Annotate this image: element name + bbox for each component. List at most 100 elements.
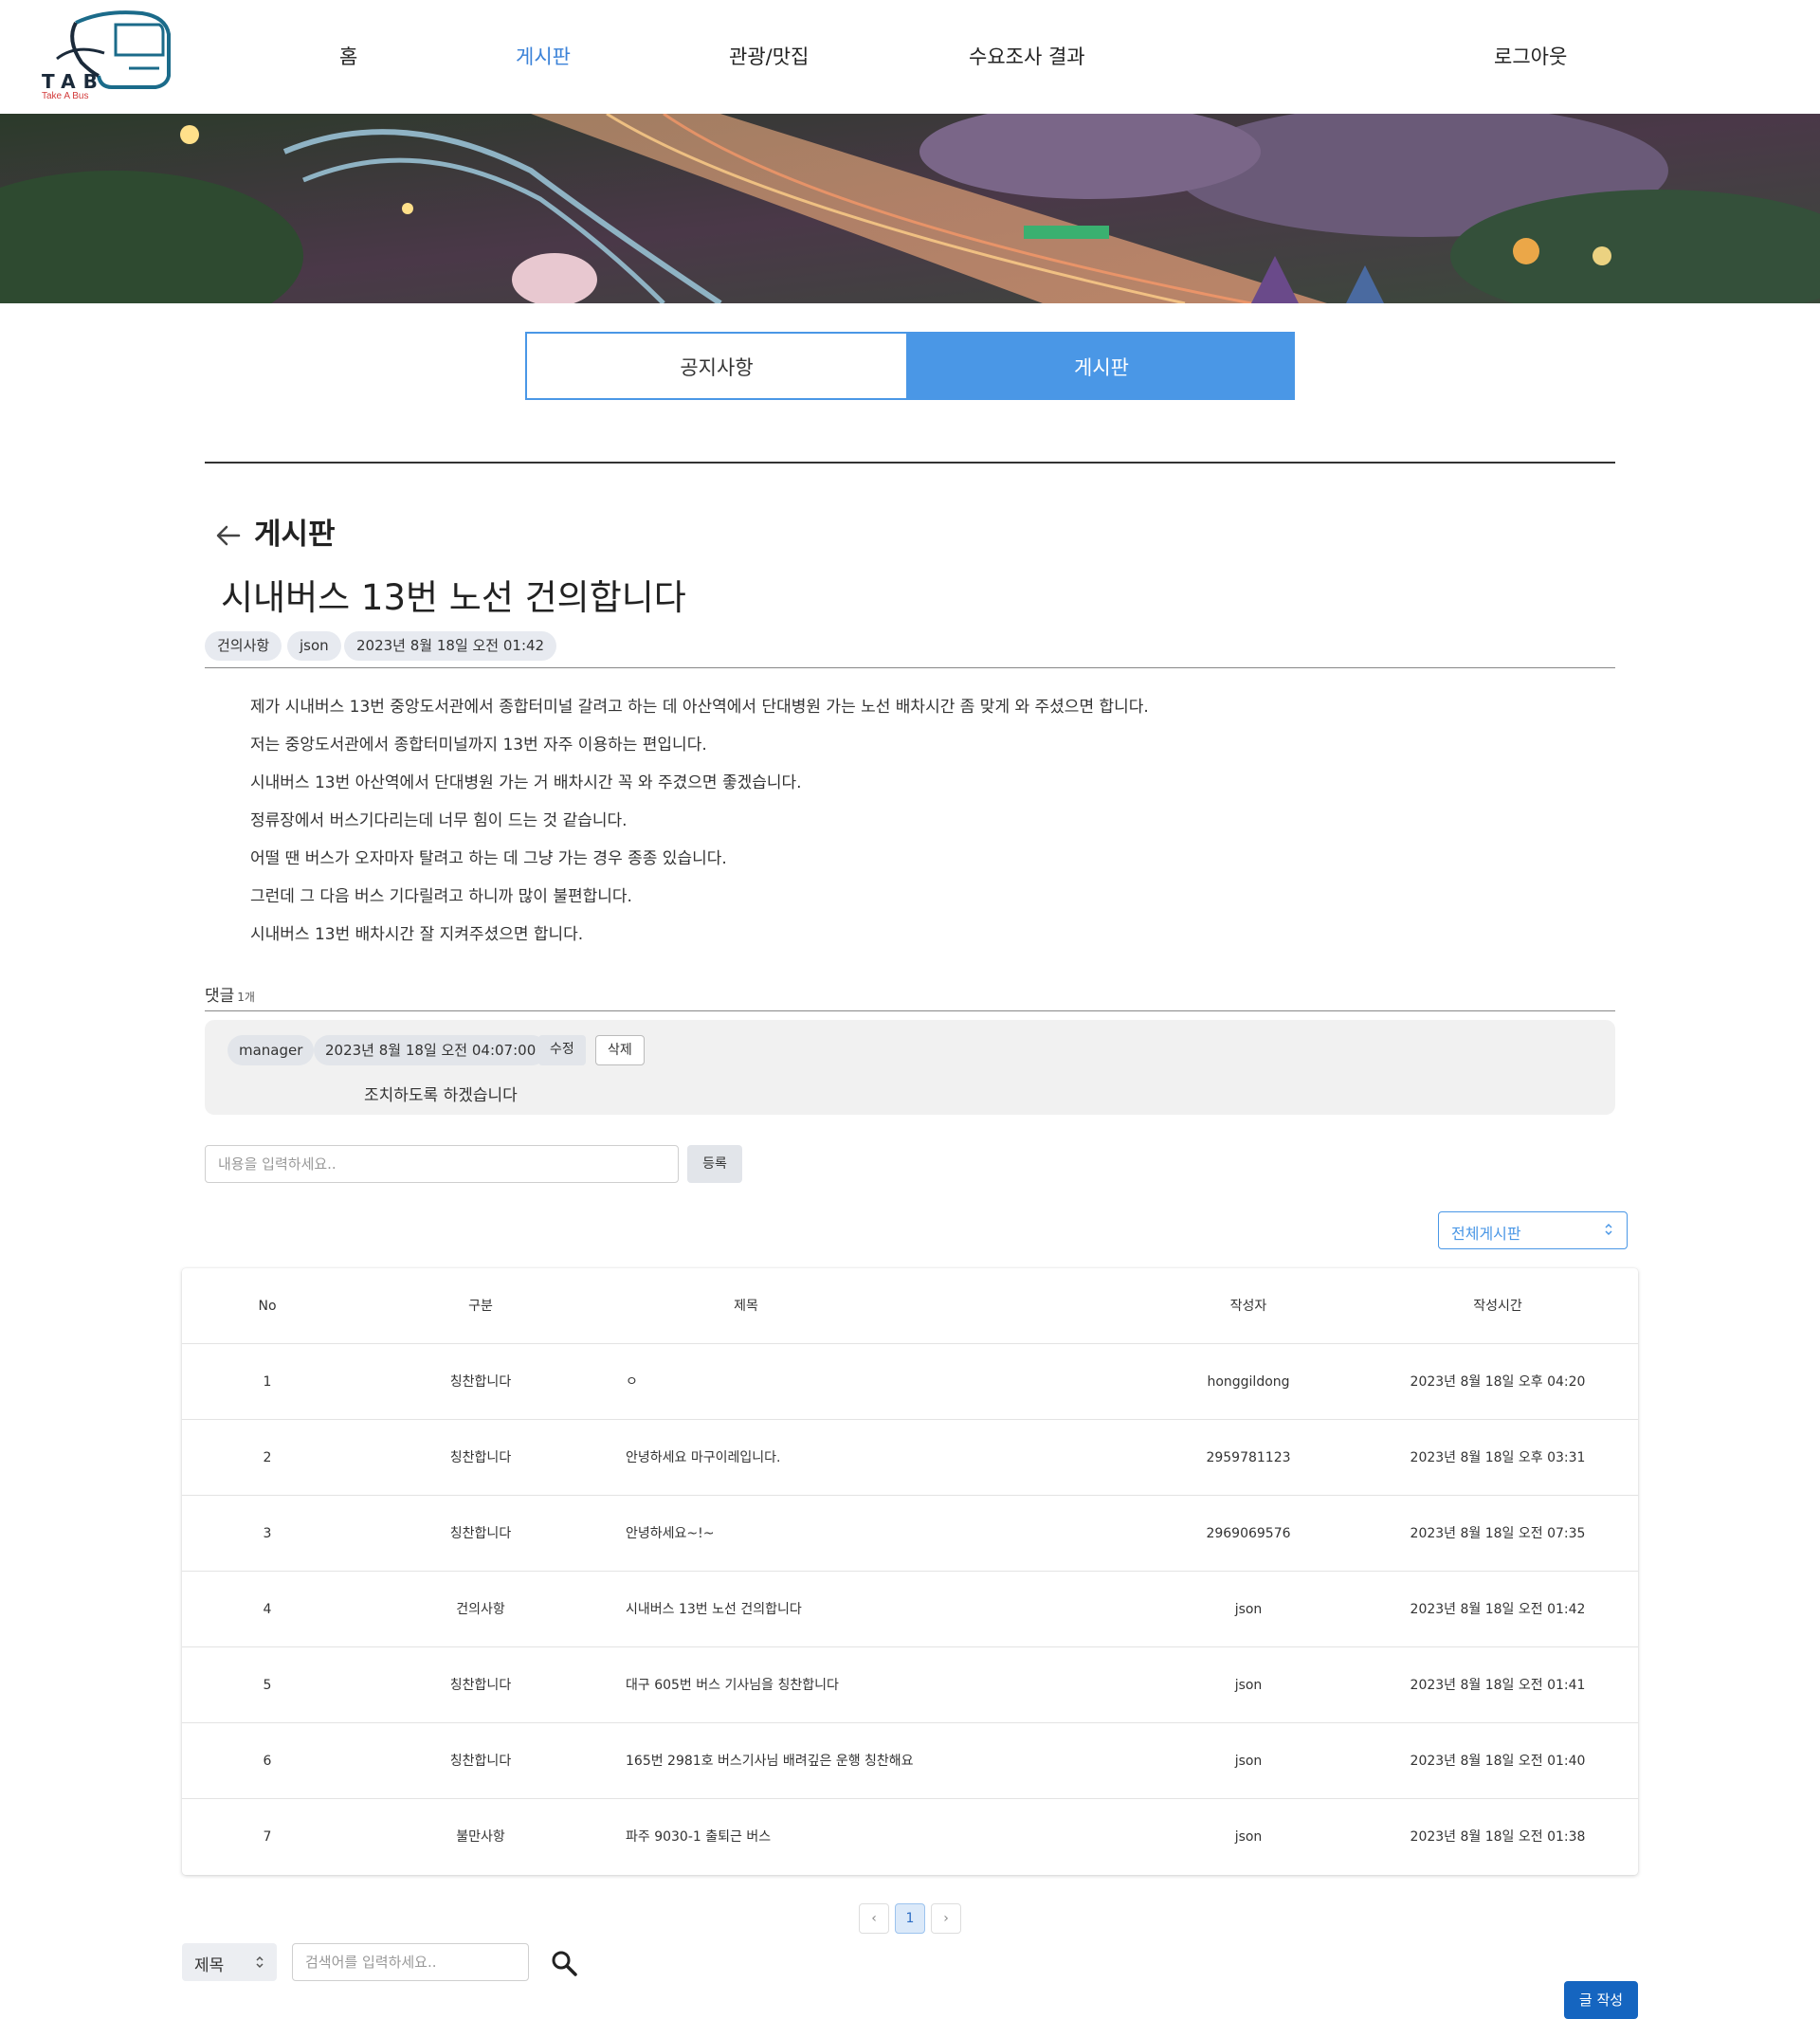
hero-banner <box>0 114 1820 303</box>
search-input[interactable] <box>292 1943 529 1981</box>
comment-delete-button[interactable]: 삭제 <box>595 1035 645 1065</box>
row-time: 2023년 8월 18일 오전 01:42 <box>1410 1602 1586 1617</box>
column-header-time: 작성시간 <box>1473 1299 1522 1314</box>
table-row[interactable]: 3 칭찬합니다 안녕하세요~!~ 2969069576 2023년 8월 18일… <box>182 1496 1638 1572</box>
table-row[interactable]: 1 칭찬합니다 ㅇ honggildong 2023년 8월 18일 오후 04… <box>182 1344 1638 1420</box>
board-filter-value: 전체게시판 <box>1451 1225 1521 1243</box>
post-date-chip: 2023년 8월 18일 오전 01:42 <box>344 631 557 661</box>
row-category: 칭찬합니다 <box>449 1450 512 1465</box>
comment-date-chip: 2023년 8월 18일 오전 04:07:00 <box>314 1035 548 1065</box>
post-title: 시내버스 13번 노선 건의합니다 <box>221 577 686 618</box>
row-no: 5 <box>263 1678 272 1693</box>
row-category: 칭찬합니다 <box>449 1526 512 1541</box>
up-down-chevron-icon <box>256 1955 264 1969</box>
site-header: TAB Take A Bus 홈 게시판 관광/맛집 수요조사 결과 로그아웃 <box>0 0 1820 114</box>
comments-label: 댓글 1개 <box>205 982 255 1006</box>
comments-divider <box>205 1010 1615 1011</box>
tab-board[interactable]: 게시판 <box>908 332 1295 400</box>
row-time: 2023년 8월 18일 오후 04:20 <box>1410 1374 1586 1390</box>
board-heading: 게시판 <box>254 518 336 552</box>
post-body-line: 시내버스 13번 아산역에서 단대병원 가는 거 배차시간 꼭 와 주겼으면 좋… <box>250 773 802 792</box>
row-time: 2023년 8월 18일 오전 01:38 <box>1410 1829 1586 1845</box>
logo-text: TAB <box>42 70 105 93</box>
row-author: json <box>1234 1602 1263 1617</box>
comment-input[interactable] <box>205 1145 679 1183</box>
row-title[interactable]: 안녕하세요~!~ <box>626 1496 1156 1572</box>
table-row[interactable]: 7 불만사항 파주 9030-1 출퇴근 버스 json 2023년 8월 18… <box>182 1799 1638 1875</box>
post-body-line: 어떨 땐 버스가 오자마자 탈려고 하는 데 그냥 가는 경우 종종 있습니다. <box>250 849 727 868</box>
column-header-no: No <box>258 1299 277 1314</box>
nav-tour-food[interactable]: 관광/맛집 <box>729 42 809 70</box>
row-title[interactable]: 시내버스 13번 노선 건의합니다 <box>626 1572 1156 1647</box>
row-time: 2023년 8월 18일 오후 03:31 <box>1410 1450 1586 1465</box>
nav-logout[interactable]: 로그아웃 <box>1494 42 1567 70</box>
table-row[interactable]: 5 칭찬합니다 대구 605번 버스 기사님을 칭찬합니다 json 2023년… <box>182 1647 1638 1723</box>
comments-count: 1개 <box>237 991 255 1004</box>
post-author-chip: json <box>287 631 341 661</box>
row-time: 2023년 8월 18일 오전 01:41 <box>1410 1678 1586 1693</box>
banner-image <box>0 114 1820 303</box>
search-icon[interactable] <box>550 1949 578 1977</box>
pagination-prev-button[interactable]: ‹ <box>859 1903 889 1934</box>
row-category: 불만사항 <box>456 1829 505 1845</box>
column-header-category: 구분 <box>468 1299 493 1314</box>
row-category: 칭찬합니다 <box>449 1374 512 1390</box>
row-title[interactable]: 안녕하세요 마구이레입니다. <box>626 1420 1156 1496</box>
row-author: json <box>1234 1754 1263 1769</box>
section-divider <box>205 462 1615 464</box>
back-arrow-icon[interactable] <box>214 521 243 550</box>
pagination-page-button[interactable]: 1 <box>895 1903 925 1934</box>
pagination-next-button[interactable]: › <box>931 1903 961 1934</box>
row-category: 칭찬합니다 <box>449 1754 512 1769</box>
row-time: 2023년 8월 18일 오전 01:40 <box>1410 1754 1586 1769</box>
row-category: 건의사항 <box>456 1602 505 1617</box>
up-down-chevron-icon <box>1605 1223 1612 1236</box>
row-no: 1 <box>263 1374 272 1390</box>
nav-board[interactable]: 게시판 <box>516 42 571 70</box>
row-author: json <box>1234 1829 1263 1845</box>
row-author: json <box>1234 1678 1263 1693</box>
row-title[interactable]: ㅇ <box>626 1344 1156 1420</box>
board-filter-select[interactable]: 전체게시판 <box>1438 1211 1628 1249</box>
row-no: 4 <box>263 1602 272 1617</box>
nav-home[interactable]: 홈 <box>339 42 357 70</box>
row-no: 2 <box>263 1450 272 1465</box>
post-table: No 구분 제목 작성자 작성시간 1 칭찬합니다 ㅇ honggildong … <box>182 1268 1638 1875</box>
tab-notice[interactable]: 공지사항 <box>525 332 908 400</box>
row-title[interactable]: 대구 605번 버스 기사님을 칭찬합니다 <box>626 1647 1156 1723</box>
comment-author-chip: manager <box>228 1035 315 1065</box>
row-no: 6 <box>263 1754 272 1769</box>
write-post-button[interactable]: 글 작성 <box>1564 1981 1638 2019</box>
row-time: 2023년 8월 18일 오전 07:35 <box>1410 1526 1586 1541</box>
row-title[interactable]: 165번 2981호 버스기사님 배려깊은 운행 칭찬해요 <box>626 1723 1156 1799</box>
row-author: 2969069576 <box>1206 1526 1291 1541</box>
row-category: 칭찬합니다 <box>449 1678 512 1693</box>
search-field-select[interactable]: 제목 <box>182 1943 277 1981</box>
search-field-value: 제목 <box>194 1956 225 1975</box>
row-no: 3 <box>263 1526 272 1541</box>
comments-label-text: 댓글 <box>205 987 235 1006</box>
comment-text: 조치하도록 하겠습니다 <box>364 1086 518 1105</box>
column-header-author: 작성자 <box>1229 1299 1267 1314</box>
table-row[interactable]: 6 칭찬합니다 165번 2981호 버스기사님 배려깊은 운행 칭찬해요 js… <box>182 1723 1638 1799</box>
row-no: 7 <box>263 1829 272 1845</box>
post-body-line: 정류장에서 버스기다리는데 너무 힘이 드는 것 같습니다. <box>250 811 628 830</box>
table-row[interactable]: 2 칭찬합니다 안녕하세요 마구이레입니다. 2959781123 2023년 … <box>182 1420 1638 1496</box>
post-header-divider <box>205 667 1615 668</box>
row-author: 2959781123 <box>1206 1450 1291 1465</box>
comment-edit-button[interactable]: 수정 <box>538 1035 586 1065</box>
row-title[interactable]: 파주 9030-1 출퇴근 버스 <box>626 1799 1156 1875</box>
nav-survey-results[interactable]: 수요조사 결과 <box>969 42 1085 70</box>
post-body-line: 그런데 그 다음 버스 기다릴려고 하니까 많이 불편합니다. <box>250 887 632 906</box>
logo[interactable]: TAB Take A Bus <box>0 0 190 112</box>
post-body-line: 시내버스 13번 배차시간 잘 지켜주셨으면 합니다. <box>250 925 584 944</box>
post-body-line: 저는 중앙도서관에서 종합터미널까지 13번 자주 이용하는 편입니다. <box>250 736 707 755</box>
column-header-title: 제목 <box>734 1299 758 1314</box>
post-category-chip: 건의사항 <box>205 631 282 661</box>
table-row[interactable]: 4 건의사항 시내버스 13번 노선 건의합니다 json 2023년 8월 1… <box>182 1572 1638 1647</box>
logo-subtext: Take A Bus <box>42 91 89 101</box>
comment-submit-button[interactable]: 등록 <box>687 1145 742 1183</box>
row-author: honggildong <box>1207 1374 1290 1390</box>
table-header-row: No 구분 제목 작성자 작성시간 <box>182 1268 1638 1344</box>
post-body-line: 제가 시내버스 13번 중앙도서관에서 종합터미널 갈려고 하는 데 아산역에서… <box>250 698 1149 717</box>
